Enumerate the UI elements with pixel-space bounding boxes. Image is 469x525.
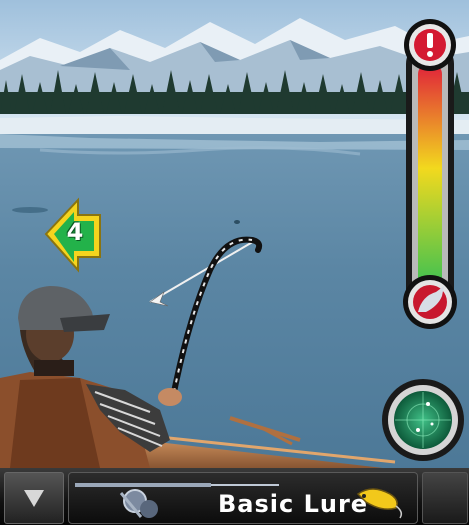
right-soft-button[interactable] [422, 472, 468, 524]
fish-icon [403, 275, 457, 329]
level-number: 4 [66, 218, 84, 246]
lure-icon [356, 488, 403, 519]
tension-gauge [403, 19, 457, 329]
menu-button[interactable] [4, 472, 64, 524]
sonar-radar-icon[interactable] [382, 379, 464, 461]
game-screen: 4 Basic Lure [0, 0, 469, 525]
triangle-down-icon [24, 490, 44, 507]
lure-label: Basic Lure [218, 490, 369, 518]
exclamation-icon [404, 19, 456, 71]
game-title [95, 0, 385, 14]
fishing-scene [0, 0, 469, 474]
